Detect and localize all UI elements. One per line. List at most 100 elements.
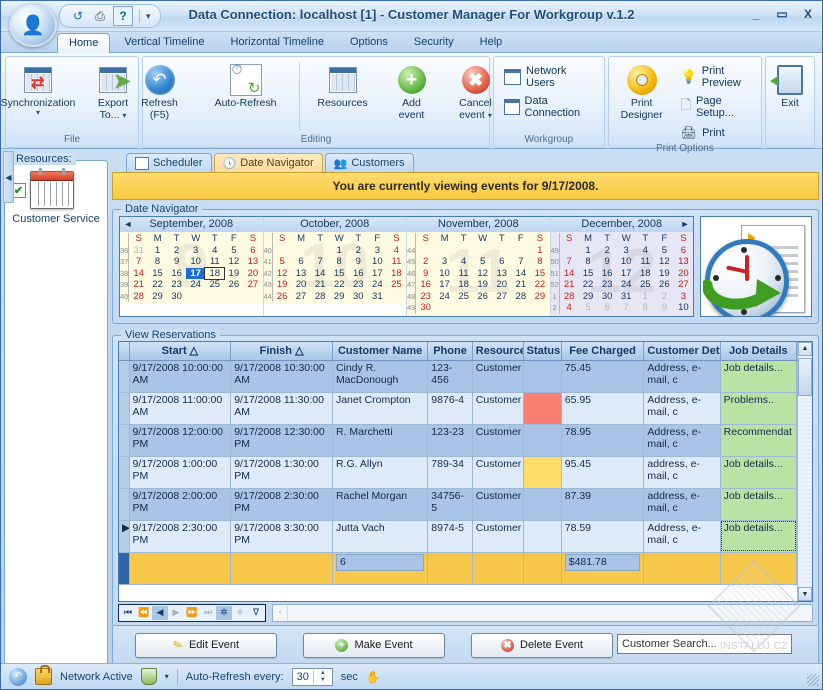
week-number-cell[interactable]: 37 [120,256,129,268]
cell-customer-name[interactable]: R.G. Allyn [332,456,427,488]
cell-customer-detail[interactable]: Address, e-mail, c [644,520,720,552]
calendar-day-cell[interactable]: 14 [559,268,578,280]
calendar-day-cell[interactable] [473,245,492,257]
calendar-day-cell[interactable]: 27 [492,291,511,303]
calendar-day-cell[interactable]: 28 [511,291,530,303]
calendar-day-cell[interactable]: 1 [578,245,597,257]
print-preview-button[interactable]: 💡 Print Preview [678,64,754,90]
delete-record-button[interactable]: ✳ [232,606,248,620]
calendar-day-cell[interactable]: 12 [655,256,674,268]
edit-event-button[interactable]: ✎ Edit Event [135,633,277,658]
calendar-day-cell[interactable]: 7 [559,256,578,268]
table-row[interactable]: 9/17/2008 12:00:00 PM9/17/2008 12:30:00 … [119,424,797,456]
cell-customer-name[interactable]: R. Marchetti [332,424,427,456]
calendar-day-cell[interactable]: 21 [311,279,330,291]
calendar-day-cell[interactable]: 25 [205,279,224,291]
calendar-day-cell[interactable]: 4 [205,245,224,257]
week-number-cell[interactable]: 46 [407,268,416,280]
cell-start[interactable]: 9/17/2008 2:30:00 PM [129,520,231,552]
calendar-day-cell[interactable]: 19 [655,268,674,280]
scroll-track[interactable] [798,398,812,588]
calendar-day-cell[interactable]: 22 [148,279,167,291]
calendar-day-cell[interactable]: 28 [129,291,148,303]
print-designer-button[interactable]: Print Designer [612,60,672,121]
calendar-day-cell[interactable]: 14 [129,268,148,280]
maximize-button[interactable]: ▭ [774,7,790,21]
cell-status[interactable] [523,456,561,488]
column-header-finish[interactable]: Finish △ [231,342,333,361]
calendar-day-cell[interactable]: 19 [473,279,492,291]
calendar-day-cell[interactable]: 30 [349,291,368,303]
week-number-cell[interactable]: 50 [551,256,560,268]
column-header-phone[interactable]: Phone [428,342,472,361]
cell-finish[interactable]: 9/17/2008 2:30:00 PM [231,488,333,520]
tab-scheduler[interactable]: Scheduler [126,153,212,172]
calendar-day-cell[interactable]: 2 [598,245,617,257]
cell-finish[interactable]: 9/17/2008 10:30:00 AM [231,360,333,392]
exit-button[interactable]: Exit [762,60,818,109]
cell-phone[interactable]: 8974-5 [428,520,472,552]
cell-fee-charged[interactable]: 78.59 [561,520,644,552]
app-orb-button[interactable]: 👤 [9,3,57,47]
calendar-day-cell[interactable]: 12 [272,268,291,280]
week-number-cell[interactable]: 40 [120,291,129,303]
calendar-day-cell[interactable]: 27 [674,279,693,291]
week-number-cell[interactable]: 45 [407,256,416,268]
cell-status[interactable] [523,520,561,552]
calendar-day-cell[interactable]: 15 [530,268,549,280]
calendar-day-cell[interactable] [435,245,454,257]
calendar-day-cell[interactable]: 20 [492,279,511,291]
help-icon[interactable]: ? [113,6,133,26]
calendar-day-cell[interactable] [473,302,492,314]
calendar-day-cell[interactable]: 11 [636,256,655,268]
week-number-cell[interactable]: 40 [264,245,273,257]
calendar-day-cell[interactable]: 5 [224,245,243,257]
cell-job-details[interactable]: Problems.. [720,392,796,424]
cell-phone[interactable]: 123-456 [428,360,472,392]
cell-start[interactable]: 9/17/2008 1:00:00 PM [129,456,231,488]
calendar-day-cell[interactable]: 13 [291,268,310,280]
cell-fee-charged[interactable]: 78.95 [561,424,644,456]
calendar-day-cell[interactable]: 6 [492,256,511,268]
calendar-day-cell[interactable]: 8 [636,302,655,314]
calendar-day-cell[interactable]: 1 [530,245,549,257]
calendar-day-cell[interactable] [492,302,511,314]
table-row[interactable]: 9/17/2008 10:00:00 AM9/17/2008 10:30:00 … [119,360,797,392]
week-number-cell[interactable]: 44 [264,291,273,303]
column-header-status[interactable]: Status [523,342,561,361]
resources-button[interactable]: Resources [305,60,381,109]
cell-resource[interactable]: Customer [472,392,523,424]
calendar-day-cell[interactable]: 26 [473,291,492,303]
calendar-day-cell[interactable]: 17 [186,268,205,280]
calendar-day-cell[interactable]: 20 [243,268,262,280]
cell-fee-charged[interactable]: 95.45 [561,456,644,488]
calendar-day-cell[interactable]: 10 [674,302,693,314]
calendar-day-cell[interactable]: 16 [598,268,617,280]
calendar-day-cell[interactable] [511,245,530,257]
prev-page-button[interactable]: ⏪ [136,606,152,620]
week-number-cell[interactable]: 2 [551,302,560,314]
shield-icon[interactable] [141,668,157,685]
calendar-day-cell[interactable]: 14 [511,268,530,280]
tab-home[interactable]: Home [57,33,110,53]
calendar-day-cell[interactable]: 21 [511,279,530,291]
first-record-button[interactable]: ⏮ [120,606,136,620]
print-button[interactable]: 🖨 Print [678,124,754,142]
next-page-button[interactable]: ⏩ [184,606,200,620]
status-refresh-icon[interactable]: ↶ [9,668,27,686]
calendar-day-cell[interactable] [387,291,406,303]
calendar-day-cell[interactable]: 23 [598,279,617,291]
cell-job-details[interactable]: Job details... [720,488,796,520]
next-record-button[interactable]: ▶ [168,606,184,620]
calendar-day-cell[interactable]: 6 [291,256,310,268]
calendar-day-cell[interactable]: 10 [368,256,387,268]
chevron-down-icon[interactable]: ▾ [488,112,492,120]
calendar-day-cell[interactable]: 23 [349,279,368,291]
week-number-cell[interactable]: 49 [551,245,560,257]
calendar-day-cell[interactable]: 23 [167,279,186,291]
week-number-cell[interactable]: 42 [264,268,273,280]
week-number-cell[interactable]: 44 [407,245,416,257]
calendar-day-cell[interactable]: 8 [578,256,597,268]
calendar-day-cell[interactable]: 27 [243,279,262,291]
week-number-cell[interactable]: 49 [407,302,416,314]
